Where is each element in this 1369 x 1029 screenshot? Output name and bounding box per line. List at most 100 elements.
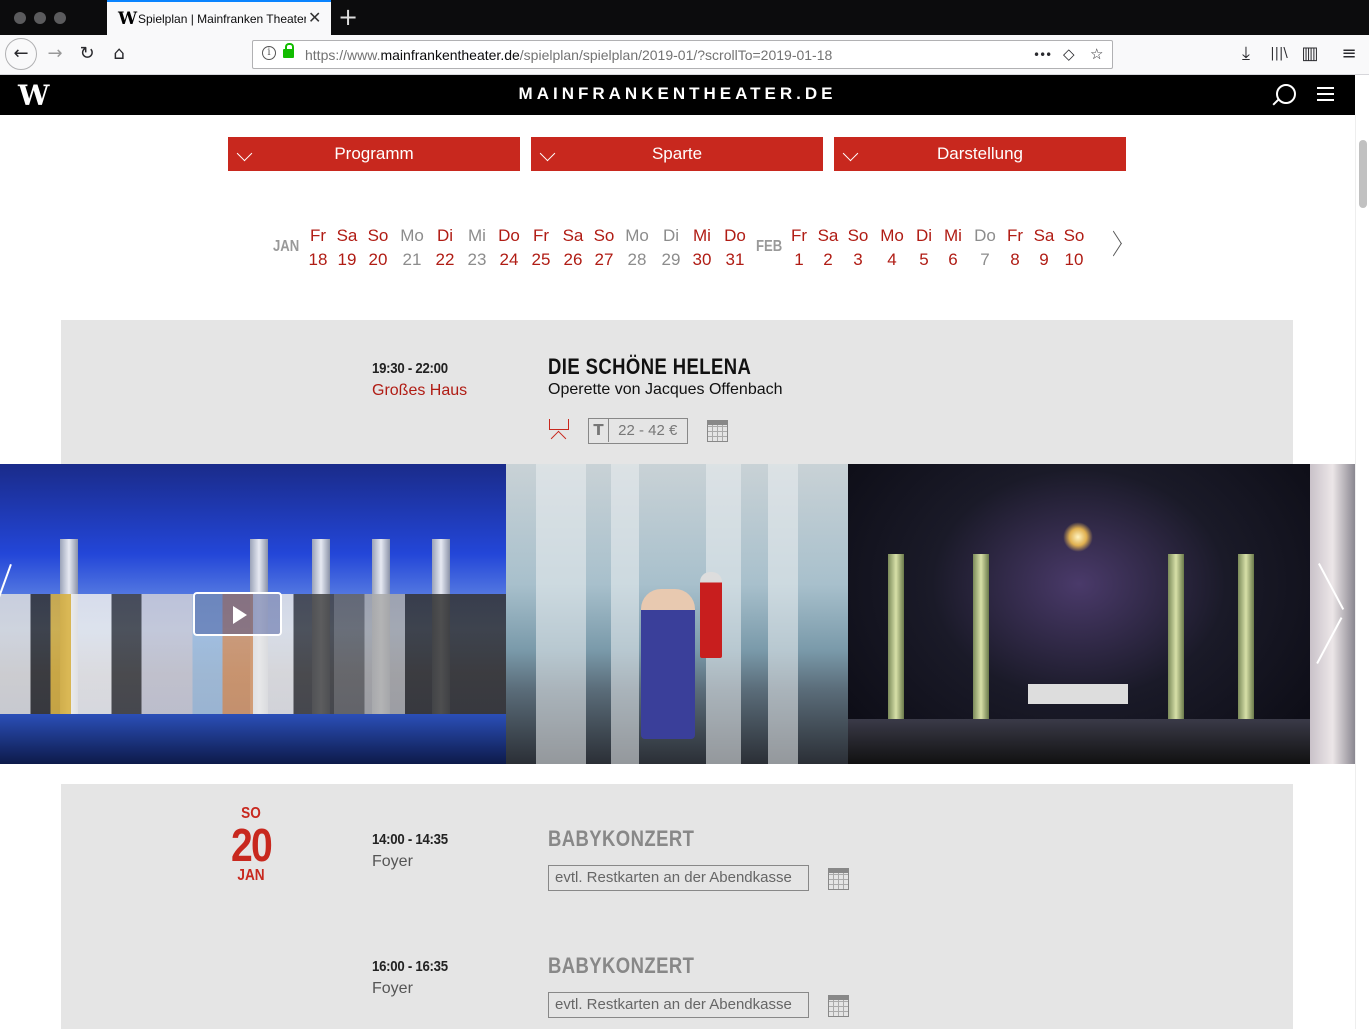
date-number: 3 xyxy=(853,250,863,269)
date-next-arrow-icon[interactable] xyxy=(1110,231,1124,259)
date-weekday: Mi xyxy=(944,226,962,245)
bookmark-star-icon[interactable]: ☆ xyxy=(1090,45,1103,63)
date-weekday: So xyxy=(367,226,389,245)
filter-programm[interactable]: Programm xyxy=(228,137,520,171)
date-weekday: Mo xyxy=(400,226,424,245)
date-item[interactable]: So 3 xyxy=(842,224,874,272)
date-item[interactable]: Fr 25 xyxy=(525,224,557,272)
filter-label: Darstellung xyxy=(937,144,1023,163)
date-weekday: Fr xyxy=(1006,226,1024,245)
event-title[interactable]: BABYKONZERT xyxy=(548,953,694,979)
filter-label: Sparte xyxy=(651,144,703,163)
browser-tab[interactable]: W Spielplan | Mainfranken Theater ✕ xyxy=(107,0,331,35)
date-number: 27 xyxy=(594,250,614,269)
date-weekday: Sa xyxy=(817,226,839,245)
month-label-feb: FEB xyxy=(756,238,783,255)
date-item[interactable]: Sa 19 xyxy=(331,224,363,272)
date-weekday: Sa xyxy=(336,226,358,245)
date-item[interactable]: Di 22 xyxy=(429,224,461,272)
url-text[interactable]: https://www.mainfrankentheater.de/spielp… xyxy=(305,47,832,63)
date-number: 28 xyxy=(627,250,647,269)
date-item[interactable]: Fr 1 xyxy=(783,224,815,272)
photo-gallery xyxy=(0,464,1355,764)
reload-button[interactable]: ↻ xyxy=(72,39,102,69)
date-item[interactable]: Mi 6 xyxy=(937,224,969,272)
video-play-button[interactable] xyxy=(193,592,282,636)
day-date-block: SO 20 JAN xyxy=(222,805,280,885)
date-item: Mi 23 xyxy=(461,224,493,272)
date-item[interactable]: Mo 4 xyxy=(876,224,908,272)
search-icon[interactable] xyxy=(1276,84,1296,104)
event-venue[interactable]: Großes Haus xyxy=(372,382,467,400)
date-weekday: Fr xyxy=(309,226,327,245)
site-name[interactable]: MAINFRANKENTHEATER.DE xyxy=(0,84,1355,104)
date-number: 22 xyxy=(435,250,455,269)
date-number: 25 xyxy=(531,250,551,269)
date-item[interactable]: So 10 xyxy=(1058,224,1090,272)
date-item[interactable]: Di 5 xyxy=(908,224,940,272)
library-icon[interactable]: |||\ xyxy=(1264,39,1294,69)
date-weekday: Sa xyxy=(562,226,584,245)
date-number: 8 xyxy=(1010,250,1020,269)
date-number: 9 xyxy=(1039,250,1049,269)
date-item[interactable]: Sa 26 xyxy=(557,224,589,272)
new-tab-button[interactable]: + xyxy=(338,3,358,31)
back-button[interactable]: ← xyxy=(5,38,37,70)
production-photo[interactable] xyxy=(848,464,1310,764)
day-month: JAN xyxy=(237,867,265,884)
chevron-down-icon xyxy=(842,145,859,162)
seat-plan-icon[interactable] xyxy=(548,419,570,445)
calendar-icon[interactable] xyxy=(827,867,849,890)
chevron-down-icon xyxy=(539,145,556,162)
date-weekday: So xyxy=(593,226,615,245)
home-button[interactable]: ⌂ xyxy=(104,39,134,69)
filter-darstellung[interactable]: Darstellung xyxy=(834,137,1126,171)
tab-favicon-icon: W xyxy=(118,9,138,29)
gallery-next-arrow-icon[interactable] xyxy=(1318,564,1346,664)
tab-close-icon[interactable]: ✕ xyxy=(308,8,321,28)
date-number: 30 xyxy=(692,250,712,269)
date-item[interactable]: So 20 xyxy=(362,224,394,272)
date-weekday: So xyxy=(1063,226,1085,245)
filter-sparte[interactable]: Sparte xyxy=(531,137,823,171)
scrollbar-thumb[interactable] xyxy=(1359,140,1367,208)
date-item[interactable]: Fr 18 xyxy=(302,224,334,272)
event-venue[interactable]: Foyer xyxy=(372,853,413,871)
date-number: 19 xyxy=(337,250,357,269)
window-close-dot[interactable] xyxy=(14,12,26,24)
downloads-icon[interactable]: ⤓ xyxy=(1231,39,1261,69)
date-item[interactable]: Do 31 xyxy=(719,224,751,272)
url-bar[interactable]: i https://www.mainfrankentheater.de/spie… xyxy=(252,40,1113,69)
date-weekday: Fr xyxy=(790,226,808,245)
forward-button[interactable]: → xyxy=(40,39,70,69)
calendar-icon[interactable] xyxy=(706,419,728,442)
lock-icon[interactable] xyxy=(283,43,294,58)
app-menu-icon[interactable]: ≡ xyxy=(1334,39,1364,69)
production-photo[interactable] xyxy=(506,464,848,764)
date-item[interactable]: So 27 xyxy=(588,224,620,272)
date-item[interactable]: Sa 9 xyxy=(1028,224,1060,272)
date-number: 21 xyxy=(402,250,422,269)
event-title[interactable]: DIE SCHÖNE HELENA xyxy=(548,354,751,380)
date-item[interactable]: Mi 30 xyxy=(686,224,718,272)
window-zoom-dot[interactable] xyxy=(54,12,66,24)
page-scrollbar[interactable] xyxy=(1355,115,1369,1029)
gallery-prev-arrow-icon[interactable] xyxy=(8,564,36,664)
page-actions-icon[interactable]: ••• xyxy=(1033,48,1052,62)
event-title[interactable]: BABYKONZERT xyxy=(548,826,694,852)
date-item[interactable]: Fr 8 xyxy=(999,224,1031,272)
event-subtitle: Operette von Jacques Offenbach xyxy=(548,381,783,398)
sidebar-icon[interactable]: ▥ xyxy=(1295,39,1325,69)
date-weekday: Mi xyxy=(693,226,711,245)
pocket-icon[interactable]: ◇ xyxy=(1063,45,1075,63)
date-item[interactable]: Sa 2 xyxy=(812,224,844,272)
date-number: 10 xyxy=(1064,250,1084,269)
price-box[interactable]: T 22 - 42 € xyxy=(588,418,688,444)
hamburger-menu-icon[interactable] xyxy=(1317,87,1334,101)
restkarten-box: evtl. Restkarten an der Abendkasse xyxy=(548,865,809,891)
event-venue[interactable]: Foyer xyxy=(372,980,413,998)
calendar-icon[interactable] xyxy=(827,994,849,1017)
window-minimize-dot[interactable] xyxy=(34,12,46,24)
site-info-icon[interactable]: i xyxy=(262,46,276,60)
date-item[interactable]: Do 24 xyxy=(493,224,525,272)
